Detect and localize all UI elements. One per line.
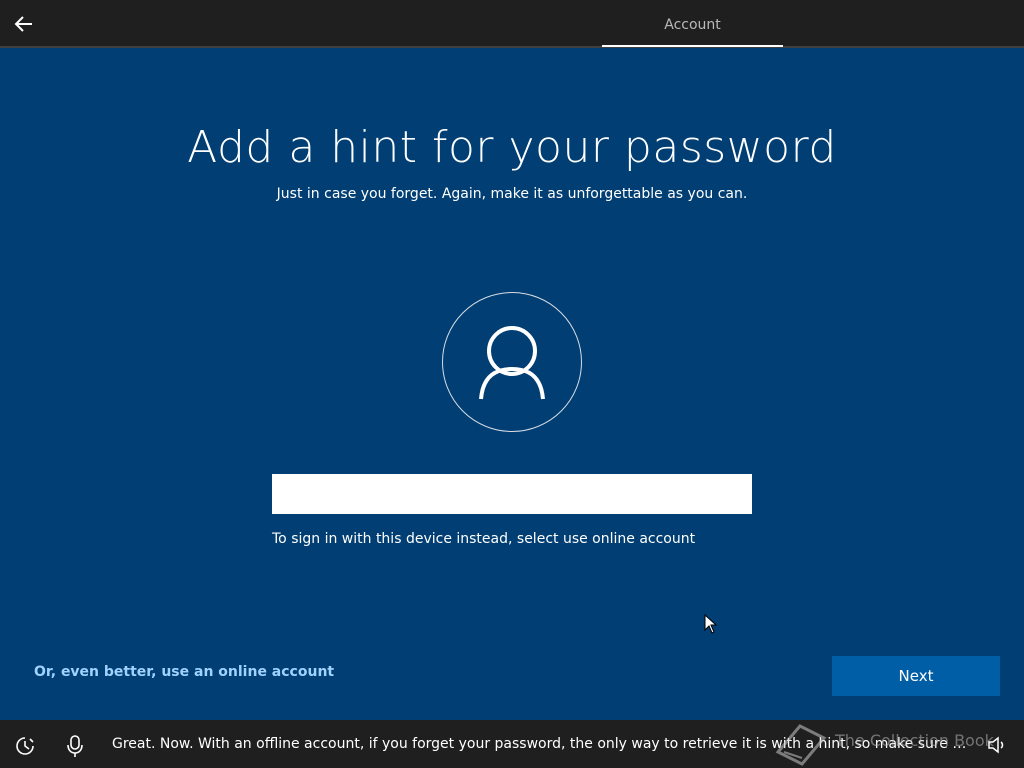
user-icon [479, 326, 545, 400]
password-hint-input[interactable] [272, 474, 752, 514]
page-subtitle: Just in case you forget. Again, make it … [276, 186, 748, 202]
mouse-cursor [704, 613, 718, 634]
next-button[interactable]: Next [832, 656, 1000, 696]
tab-active-indicator [602, 45, 783, 47]
signin-note: To sign in with this device instead, sel… [272, 531, 696, 547]
online-account-link[interactable]: Or, even better, use an online account [34, 664, 334, 680]
microphone-icon [67, 735, 83, 757]
ease-of-access-button[interactable] [14, 735, 36, 757]
avatar [442, 292, 582, 432]
tab-account[interactable]: Account [602, 0, 783, 46]
speaker-icon [988, 736, 1004, 754]
top-bar: Account [0, 0, 1024, 48]
ease-of-access-icon [16, 737, 34, 755]
arrow-left-icon [14, 16, 32, 32]
speaker-button[interactable] [986, 734, 1008, 756]
microphone-button[interactable] [64, 734, 86, 758]
oobe-screen: Account Add a hint for your password Jus… [0, 0, 1024, 768]
page-title: Add a hint for your password [187, 122, 837, 173]
pointer-icon [704, 613, 718, 634]
back-button[interactable] [10, 10, 38, 38]
cortana-message: Great. Now. With an offline account, if … [112, 736, 970, 752]
